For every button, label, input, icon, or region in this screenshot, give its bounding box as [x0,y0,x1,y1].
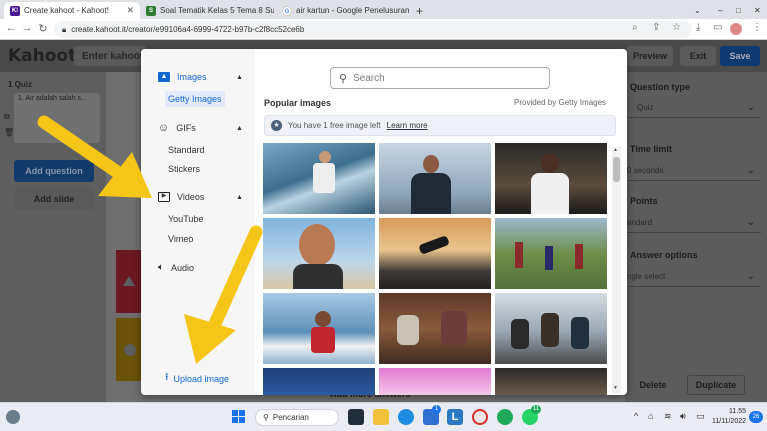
word-app-icon[interactable]: L [447,409,463,425]
edge-icon[interactable] [398,409,414,425]
notification-badge[interactable]: 26 [749,411,763,423]
mail-badge: 1 [432,405,441,414]
whatsapp-badge: 11 [531,405,541,414]
volume-icon[interactable]: 🔊︎ [680,411,686,422]
file-explorer-icon[interactable] [373,409,389,425]
taskbar-search-label: Pencarian [272,413,309,422]
arrow-to-videos-icon [37,115,152,198]
chrome-icon[interactable] [472,409,488,425]
weather-icon[interactable] [6,410,20,424]
clock-time: 11.55 [729,408,746,415]
arrow-to-upload-icon [184,225,263,364]
task-view-icon[interactable] [348,409,364,425]
battery-icon[interactable]: ▭ [696,411,705,422]
network-icon[interactable]: ⌂ [648,411,653,421]
search-icon: ⚲ [263,413,269,422]
wifi-icon[interactable]: ≋ [664,411,672,422]
windows-start-icon[interactable] [231,409,247,425]
clock[interactable]: 11.55 11/11/2022 [708,407,746,427]
clock-date: 11/11/2022 [712,418,746,425]
browser-app-icon[interactable] [497,409,513,425]
windows-taskbar: ⚲ Pencarian 1 L 11 ^ ⌂ ≋ 🔊︎ ▭ 11.55 11/1… [0,402,767,431]
taskbar-search[interactable]: ⚲ Pencarian [255,409,339,426]
show-hidden-icons-chevron-icon[interactable]: ^ [634,411,638,421]
annotation-arrows [37,115,263,364]
